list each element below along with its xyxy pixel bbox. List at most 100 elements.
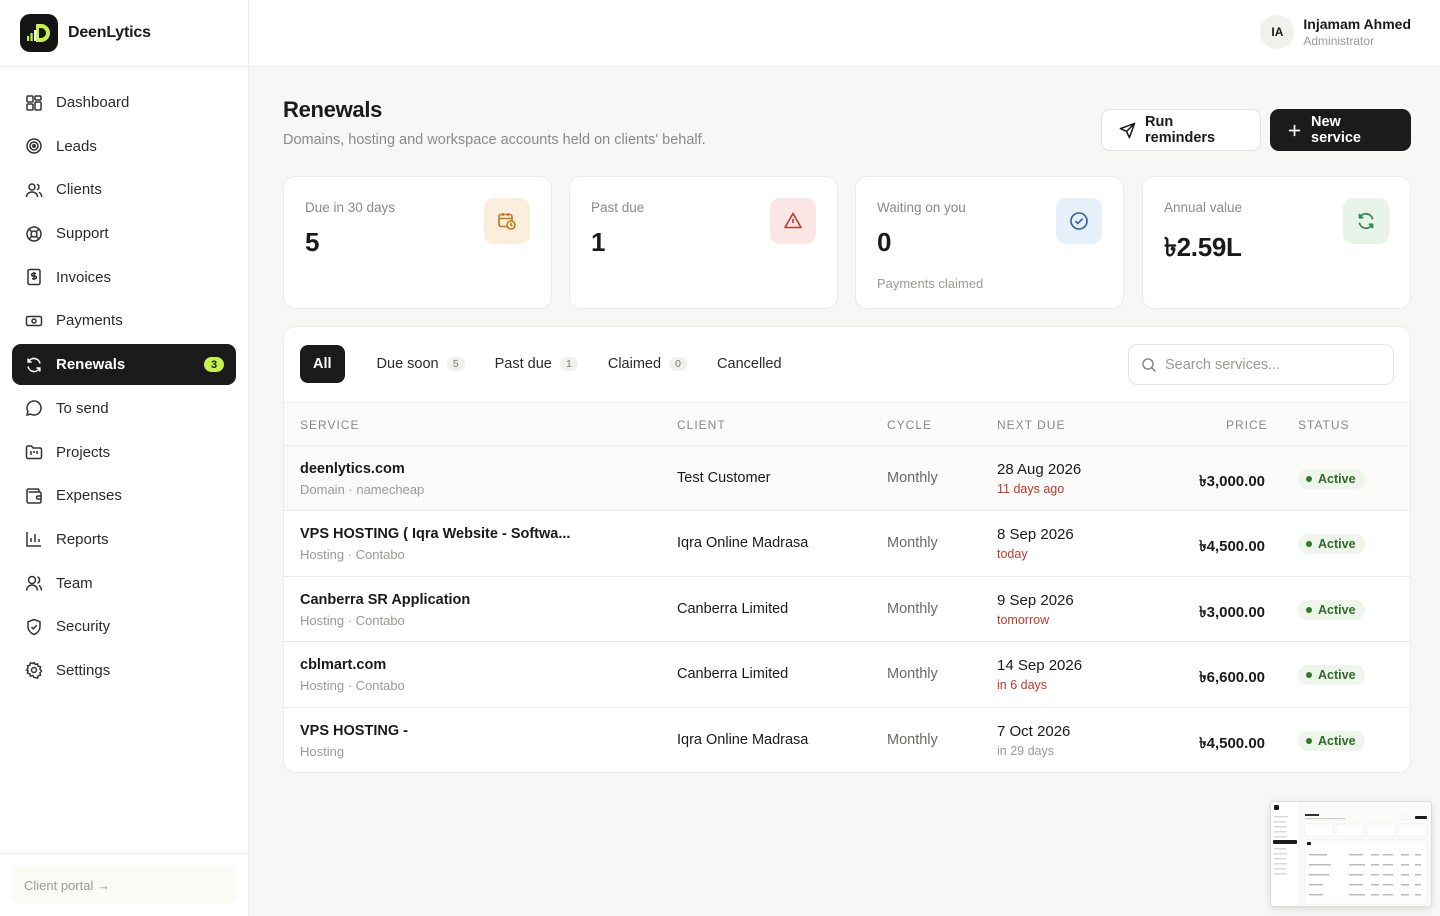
- sidebar-item-label: Settings: [56, 661, 111, 679]
- tab-label: Due soon: [376, 356, 439, 372]
- sidebar-item-security[interactable]: Security: [12, 606, 236, 647]
- tab-past-due[interactable]: Past due 1: [481, 345, 592, 383]
- service-detail: Hosting · Contabo: [300, 678, 405, 694]
- column-header-status[interactable]: STATUS: [1298, 418, 1350, 432]
- brand[interactable]: DeenLytics: [0, 0, 248, 67]
- tab-count: 0: [669, 357, 688, 371]
- table-header: SERVICE CLIENT CYCLE NEXT DUE PRICE STAT…: [284, 402, 1410, 446]
- table-row[interactable]: VPS HOSTING ( Iqra Website - Softwa... H…: [284, 511, 1410, 577]
- tab-due-soon[interactable]: Due soon 5: [363, 345, 479, 383]
- service-detail: Hosting · Contabo: [300, 612, 405, 628]
- sidebar-item-label: Security: [56, 618, 111, 636]
- client-portal-link[interactable]: Client portal →: [12, 866, 236, 904]
- status-badge: Active: [1298, 665, 1365, 686]
- column-header-next-due[interactable]: NEXT DUE: [997, 418, 1065, 432]
- price: ৳3,000.00: [1199, 603, 1265, 621]
- due-relative: today: [997, 547, 1028, 562]
- brand-name: DeenLytics: [68, 24, 151, 41]
- price: ৳4,500.00: [1199, 538, 1265, 556]
- client-name: Iqra Online Madrasa: [677, 535, 809, 552]
- tab-claimed[interactable]: Claimed 0: [594, 345, 701, 383]
- new-service-button[interactable]: New service: [1270, 109, 1411, 151]
- due-date: 9 Sep 2026: [997, 591, 1074, 609]
- status-badge: Active: [1298, 469, 1365, 489]
- service-name[interactable]: VPS HOSTING ( Iqra Website - Softwa...: [300, 526, 570, 542]
- status-dot-icon: [1306, 606, 1312, 613]
- status-badge: Active: [1298, 599, 1365, 620]
- page-subtitle: Domains, hosting and workspace accounts …: [283, 132, 706, 148]
- tab-label: Cancelled: [717, 356, 782, 372]
- sidebar-item-settings[interactable]: Settings: [12, 650, 236, 691]
- sidebar-item-expenses[interactable]: Expenses: [12, 475, 236, 516]
- tab-cancelled[interactable]: Cancelled: [703, 345, 796, 383]
- service-detail: Domain · namecheap: [300, 482, 425, 497]
- column-header-client[interactable]: CLIENT: [677, 418, 726, 432]
- new-service-label: New service: [1311, 114, 1361, 146]
- due-relative: in 29 days: [997, 743, 1054, 758]
- bar-chart-icon: [24, 529, 44, 549]
- renewals-table-panel: All Due soon 5 Past due 1 Claimed 0 Cancell…: [283, 326, 1411, 773]
- sidebar-item-label: Renewals: [56, 356, 126, 374]
- client-name: Canberra Limited: [677, 666, 789, 683]
- sidebar-item-clients[interactable]: Clients: [12, 169, 236, 210]
- service-name[interactable]: cblmart.com: [300, 657, 405, 673]
- search-input[interactable]: [1165, 356, 1375, 373]
- sidebar-nav: Dashboard Leads Clients Support Invoices…: [0, 67, 248, 691]
- search-box[interactable]: [1128, 344, 1394, 385]
- sidebar-item-dashboard[interactable]: Dashboard: [12, 82, 236, 123]
- column-header-price[interactable]: PRICE: [1226, 418, 1268, 432]
- sidebar-item-label: Payments: [56, 312, 123, 330]
- brand-logo-icon: [20, 14, 58, 52]
- status-label: Active: [1318, 668, 1356, 683]
- sidebar-item-payments[interactable]: Payments: [12, 300, 236, 341]
- shield-icon: [24, 617, 44, 637]
- wallet-icon: [24, 486, 44, 506]
- tab-all[interactable]: All: [300, 345, 345, 383]
- due-date: 8 Sep 2026: [997, 526, 1074, 544]
- status-label: Active: [1318, 733, 1356, 748]
- stat-card-due-30: Due in 30 days 5: [283, 176, 552, 309]
- sidebar-item-label: Clients: [56, 181, 102, 199]
- tab-count: 5: [446, 357, 465, 371]
- service-name[interactable]: Canberra SR Application: [300, 592, 470, 608]
- due-relative: in 6 days: [997, 678, 1048, 693]
- due-relative: tomorrow: [997, 612, 1050, 627]
- table-row[interactable]: deenlytics.com Domain · namecheap Test C…: [284, 446, 1410, 512]
- sidebar-item-invoices[interactable]: Invoices: [12, 257, 236, 298]
- screenshot-thumbnail[interactable]: [1270, 801, 1432, 907]
- sidebar-item-label: Support: [56, 225, 109, 243]
- sidebar-item-to-send[interactable]: To send: [12, 388, 236, 429]
- service-name[interactable]: deenlytics.com: [300, 461, 424, 477]
- column-header-service[interactable]: SERVICE: [300, 418, 359, 432]
- send-icon: [1119, 122, 1136, 139]
- sidebar-item-leads[interactable]: Leads: [12, 126, 236, 167]
- run-reminders-button[interactable]: Run reminders: [1101, 109, 1261, 151]
- stats-row: Due in 30 days 5 Past due 1 Waiting on y…: [283, 176, 1411, 309]
- column-header-cycle[interactable]: CYCLE: [887, 418, 932, 432]
- stat-card-waiting: Waiting on you 0 Payments claimed: [855, 176, 1124, 309]
- page-title: Renewals: [283, 97, 383, 122]
- sidebar-item-label: Reports: [56, 530, 109, 548]
- renewals-count-badge: 3: [204, 357, 224, 373]
- table-row[interactable]: cblmart.com Hosting · Contabo Canberra L…: [284, 642, 1410, 708]
- service-name[interactable]: VPS HOSTING -: [300, 723, 408, 739]
- refresh-icon: [1343, 198, 1389, 244]
- status-label: Active: [1318, 602, 1356, 617]
- table-row[interactable]: VPS HOSTING - Hosting Iqra Online Madras…: [284, 708, 1410, 772]
- sidebar-item-support[interactable]: Support: [12, 213, 236, 254]
- billing-cycle: Monthly: [887, 731, 938, 748]
- client-name: Test Customer: [677, 470, 771, 486]
- user-menu[interactable]: IA Injamam Ahmed Administrator: [1260, 15, 1411, 49]
- table-row[interactable]: Canberra SR Application Hosting · Contab…: [284, 577, 1410, 643]
- sidebar-item-renewals[interactable]: Renewals 3: [12, 344, 236, 386]
- sidebar-item-projects[interactable]: Projects: [12, 432, 236, 473]
- price: ৳6,600.00: [1199, 669, 1265, 687]
- calendar-clock-icon: [484, 198, 530, 244]
- tab-count: 1: [559, 357, 578, 371]
- stat-sub: Payments claimed: [877, 276, 984, 291]
- status-label: Active: [1318, 472, 1356, 486]
- message-icon: [24, 398, 44, 418]
- users-icon: [24, 180, 44, 200]
- sidebar-item-reports[interactable]: Reports: [12, 519, 236, 560]
- sidebar-item-team[interactable]: Team: [12, 563, 236, 604]
